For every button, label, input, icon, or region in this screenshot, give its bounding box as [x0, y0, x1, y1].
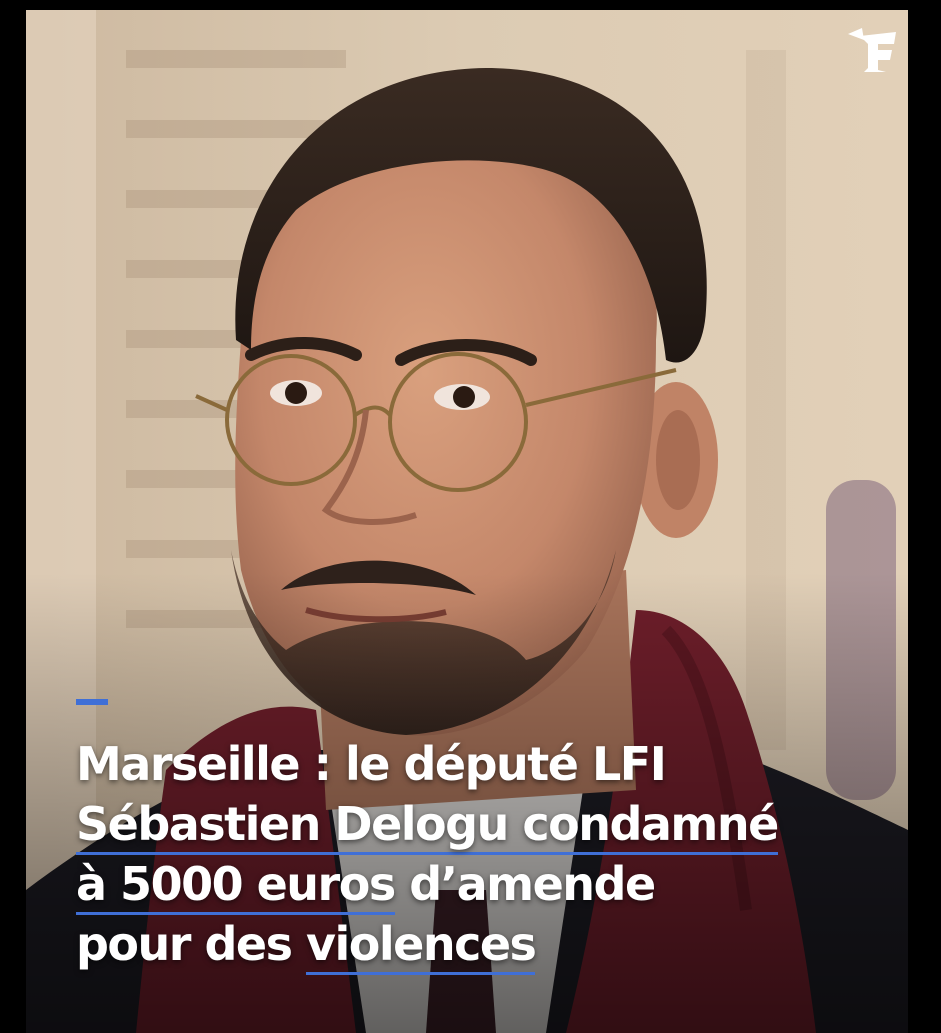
headline-line-4: pour des violences [76, 914, 876, 975]
headline-accent-bar [76, 699, 108, 705]
headline-text: d’amende [394, 857, 656, 911]
headline-line-2: Sébastien Delogu condamné [76, 794, 876, 855]
headline-line-3: à 5000 euros d’amende [76, 854, 876, 915]
headline-underlined-text: à 5000 euros [76, 857, 396, 915]
headline-text: pour des [76, 917, 306, 971]
news-card: Marseille : le député LFI Sébastien Delo… [26, 10, 908, 1033]
headline: Marseille : le député LFI Sébastien Delo… [76, 734, 876, 975]
headline-line-1: Marseille : le député LFI [76, 737, 667, 791]
headline-underlined-text: violences [306, 917, 537, 975]
le-figaro-f-logo-icon [848, 28, 896, 72]
headline-underlined-text: Sébastien Delogu condamné [76, 797, 779, 855]
